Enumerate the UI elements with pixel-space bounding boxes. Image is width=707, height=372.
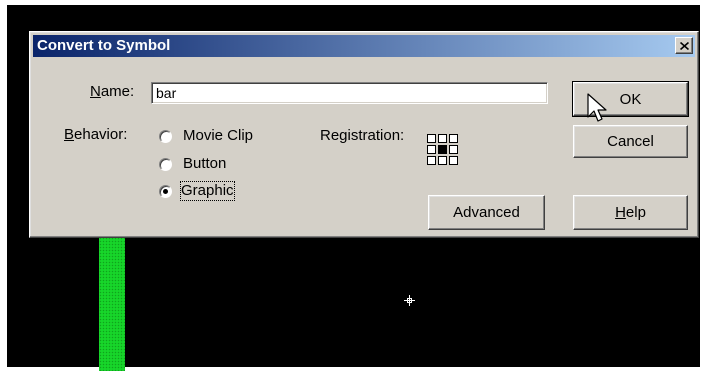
registration-point-bottom-left[interactable]	[427, 156, 436, 165]
close-button[interactable]	[675, 37, 693, 54]
cancel-button[interactable]: Cancel	[573, 125, 688, 158]
help-button[interactable]: Help	[573, 195, 688, 230]
registration-point-center[interactable]	[438, 145, 447, 154]
registration-label: Registration:	[320, 127, 405, 144]
crosshair-icon	[404, 295, 415, 306]
radio-movie-clip[interactable]	[159, 130, 172, 143]
radio-graphic[interactable]	[159, 185, 172, 198]
convert-to-symbol-dialog: Convert to Symbol Name: Behavior: Movie …	[29, 31, 699, 238]
arrow-cursor-icon	[587, 93, 607, 122]
help-button-label: Help	[615, 204, 646, 221]
radio-button-label[interactable]: Button	[183, 155, 226, 173]
radio-selected-dot	[163, 189, 168, 194]
name-label: Name:	[90, 83, 135, 100]
advanced-button[interactable]: Advanced	[428, 195, 545, 230]
registration-point-top-left[interactable]	[427, 134, 436, 143]
close-icon	[679, 41, 689, 50]
registration-point-bottom-right[interactable]	[449, 156, 458, 165]
registration-point-middle-right[interactable]	[449, 145, 458, 154]
behavior-label: Behavior:	[64, 126, 128, 143]
radio-graphic-label[interactable]: Graphic	[180, 181, 235, 201]
registration-point-middle-left[interactable]	[427, 145, 436, 154]
name-input[interactable]	[151, 82, 548, 104]
registration-grid-icon[interactable]	[426, 133, 463, 167]
radio-button[interactable]	[159, 158, 172, 171]
radio-movie-clip-label[interactable]: Movie Clip	[183, 127, 253, 145]
registration-point-top-center[interactable]	[438, 134, 447, 143]
registration-point-top-right[interactable]	[449, 134, 458, 143]
dialog-titlebar[interactable]: Convert to Symbol	[33, 35, 695, 57]
green-bar-shape[interactable]	[99, 237, 125, 371]
dialog-title: Convert to Symbol	[37, 37, 171, 54]
registration-point-bottom-center[interactable]	[438, 156, 447, 165]
